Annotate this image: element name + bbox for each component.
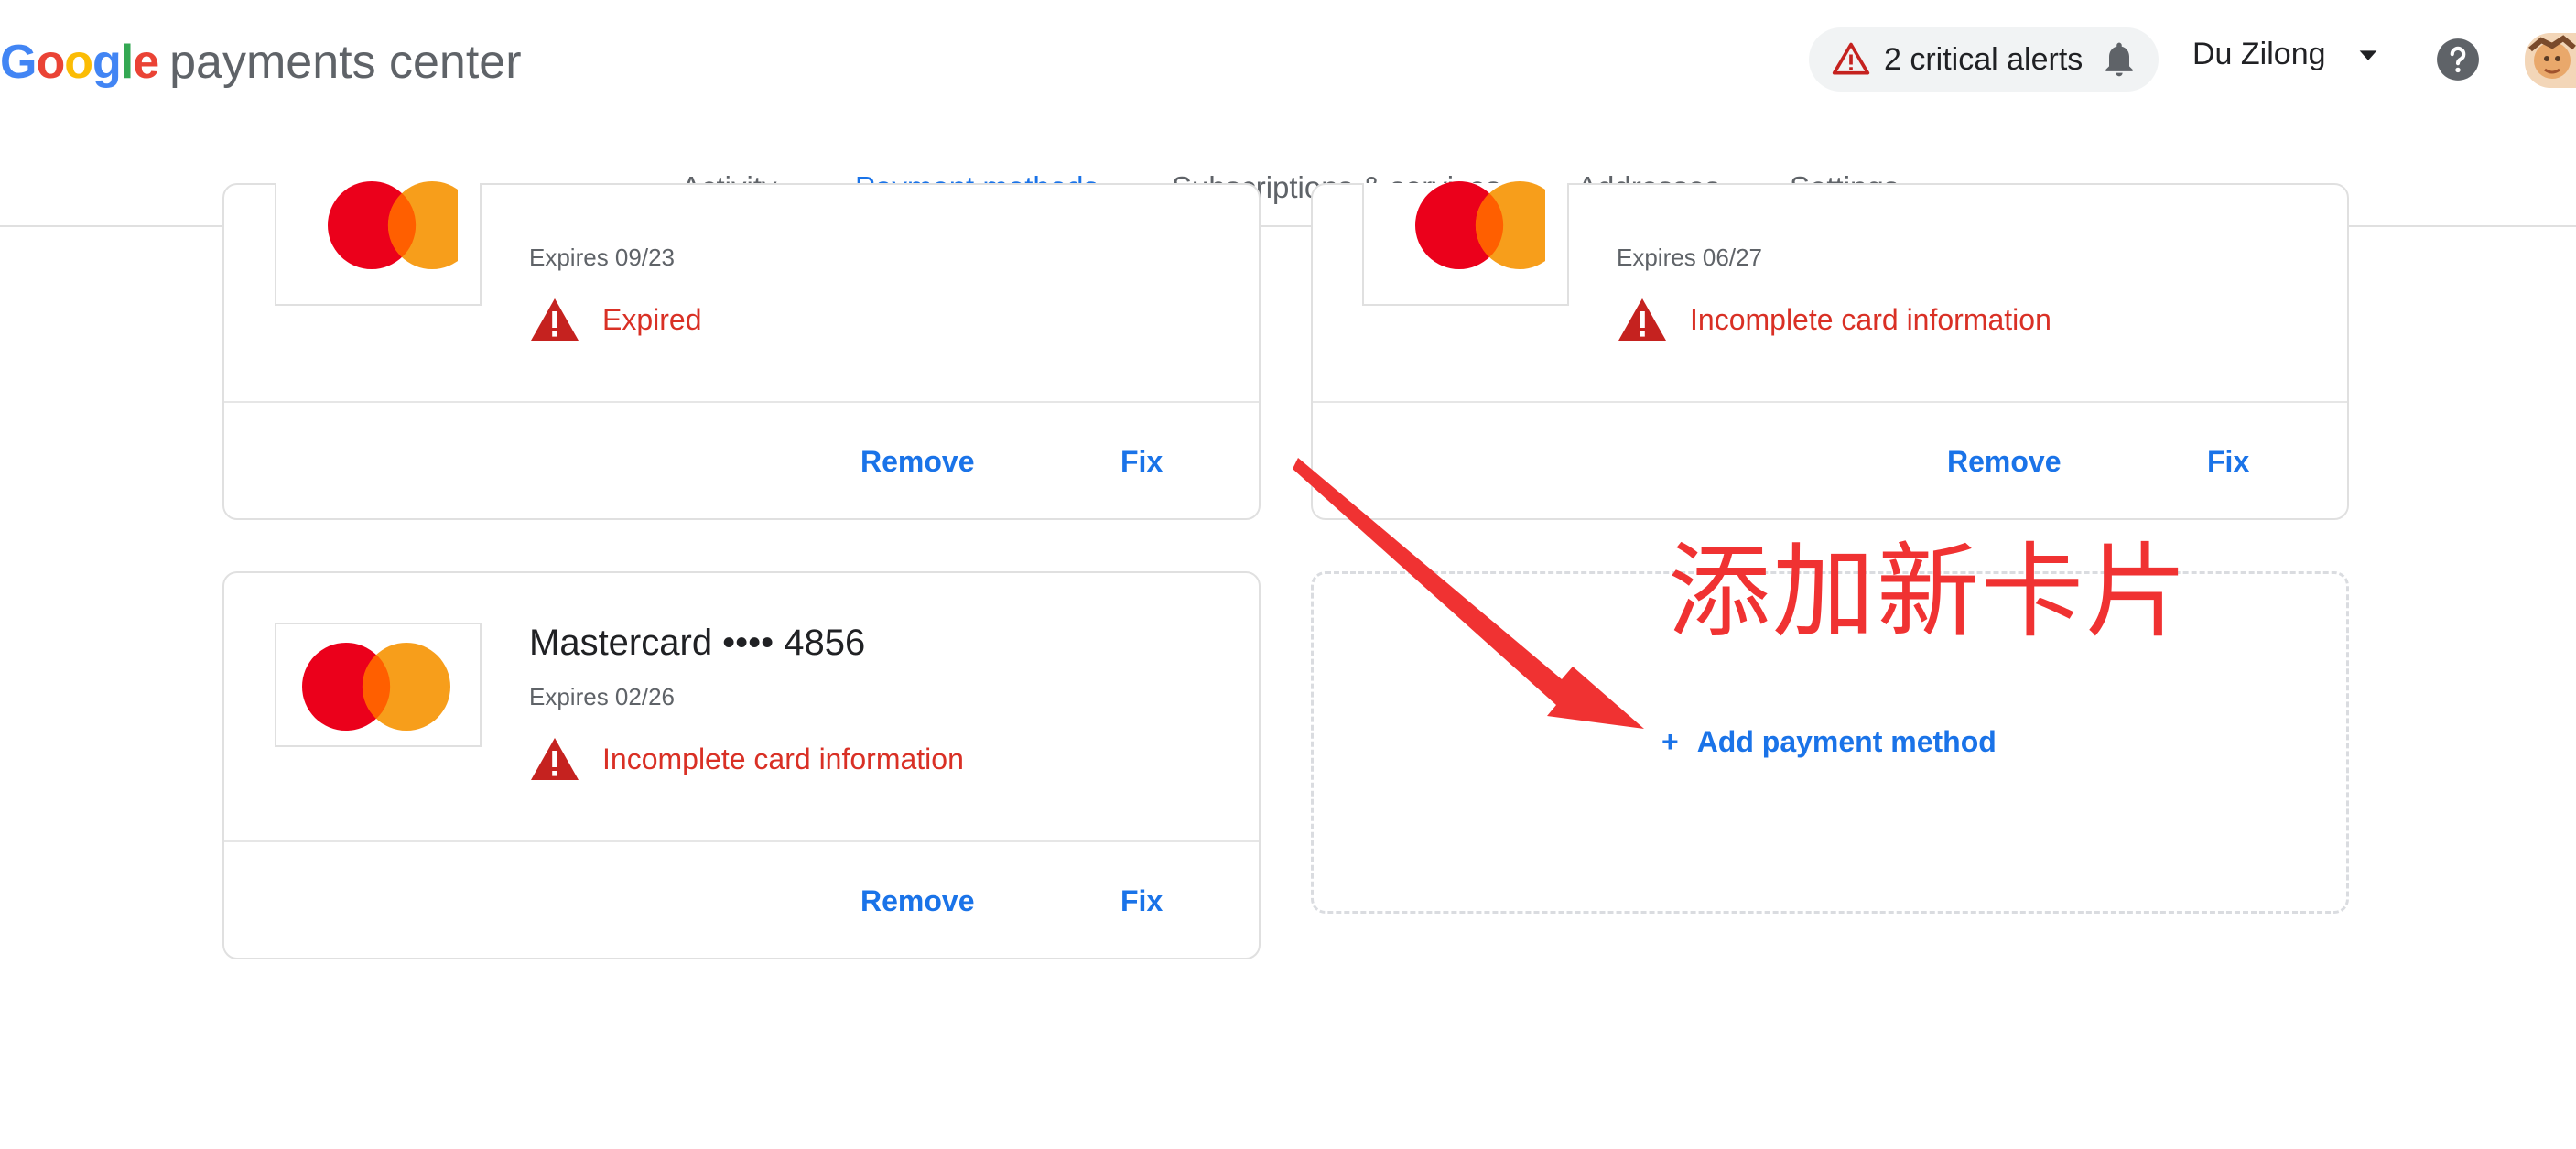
annotation-arrow	[1293, 458, 1644, 729]
